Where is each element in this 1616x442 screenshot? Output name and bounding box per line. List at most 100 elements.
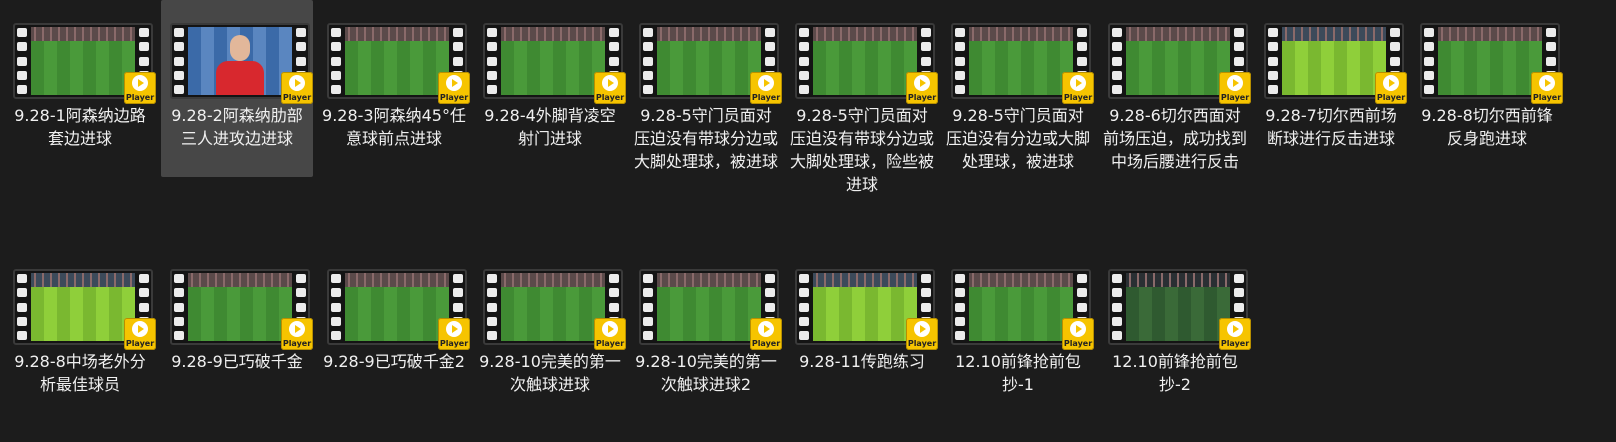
video-frame-preview — [657, 273, 761, 341]
video-file-name: 9.28-5守门员面对压迫没有带球分边或大脚处理球，被进球 — [634, 106, 778, 171]
player-app-icon: Player — [750, 318, 782, 350]
video-thumbnail: Player — [1264, 23, 1407, 104]
player-app-icon: Player — [281, 318, 313, 350]
stands-image — [969, 27, 1073, 41]
play-icon — [446, 75, 462, 91]
video-file-item[interactable]: Player 9.28-8中场老外分析最佳球员 — [4, 246, 156, 418]
player-badge-label: Player — [439, 339, 469, 348]
video-file-item[interactable]: Player 9.28-5守门员面对压迫没有分边或大脚处理球，被进球 — [942, 0, 1094, 172]
video-frame-preview — [345, 27, 449, 95]
video-file-item[interactable]: Player 9.28-4外脚背凌空射门进球 — [474, 0, 626, 172]
film-perforations — [17, 28, 27, 94]
stands-image — [31, 273, 135, 287]
video-frame-preview — [813, 273, 917, 341]
video-file-item[interactable]: Player 9.28-10完美的第一次触球进球 — [474, 246, 626, 418]
video-file-name: 9.28-1阿森纳边路套边进球 — [14, 106, 146, 148]
video-thumbnail: Player — [639, 23, 782, 104]
stands-image — [31, 27, 135, 41]
player-badge-label: Player — [1220, 339, 1250, 348]
video-file-item[interactable]: Player 9.28-5守门员面对压迫没有带球分边或大脚处理球，被进球 — [630, 0, 782, 172]
player-badge-label: Player — [439, 93, 469, 102]
play-icon — [1383, 75, 1399, 91]
player-app-icon: Player — [438, 318, 470, 350]
player-app-icon: Player — [906, 72, 938, 104]
player-head-image — [230, 35, 250, 61]
video-frame-preview — [1282, 27, 1386, 95]
video-thumbnail: Player — [13, 269, 156, 350]
video-file-name: 9.28-7切尔西前场断球进行反击进球 — [1265, 106, 1397, 148]
video-file-item[interactable]: Player 12.10前锋抢前包抄-1 — [942, 246, 1094, 418]
stands-image — [1126, 27, 1230, 41]
player-badge-label: Player — [282, 339, 312, 348]
play-icon — [446, 321, 462, 337]
video-frame-preview — [188, 27, 292, 95]
player-app-icon: Player — [1062, 72, 1094, 104]
video-thumbnail: Player — [483, 269, 626, 350]
video-frame-preview — [1438, 27, 1542, 95]
stands-image — [345, 27, 449, 41]
player-app-icon: Player — [124, 72, 156, 104]
video-file-item[interactable]: Player 9.28-10完美的第一次触球进球2 — [630, 246, 782, 418]
player-app-icon: Player — [281, 72, 313, 104]
stands-image — [501, 27, 605, 41]
video-frame-preview — [813, 27, 917, 95]
player-badge-label: Player — [595, 93, 625, 102]
video-file-name: 9.28-9已巧破千金2 — [323, 352, 465, 371]
video-file-item[interactable]: Player 9.28-2阿森纳肋部三人进攻边进球 — [161, 0, 313, 177]
player-app-icon: Player — [750, 72, 782, 104]
video-thumbnail: Player — [327, 269, 470, 350]
play-icon — [1227, 321, 1243, 337]
video-grid: Player 9.28-1阿森纳边路套边进球 Player 9.28-2阿森纳肋部三人… — [0, 0, 1616, 431]
stands-image — [813, 273, 917, 287]
film-perforations — [487, 274, 497, 340]
player-badge-label: Player — [1376, 93, 1406, 102]
video-thumbnail: Player — [951, 269, 1094, 350]
video-thumbnail: Player — [1420, 23, 1563, 104]
video-file-item[interactable]: Player 9.28-9已巧破千金 — [161, 246, 313, 418]
stands-image — [188, 273, 292, 287]
player-badge-label: Player — [1063, 93, 1093, 102]
video-frame-preview — [1126, 273, 1230, 341]
video-frame-preview — [969, 27, 1073, 95]
player-badge-label: Player — [907, 339, 937, 348]
play-icon — [602, 321, 618, 337]
film-perforations — [643, 274, 653, 340]
video-thumbnail: Player — [639, 269, 782, 350]
play-icon — [914, 321, 930, 337]
play-icon — [132, 321, 148, 337]
player-badge-label: Player — [125, 339, 155, 348]
video-file-item[interactable]: Player 9.28-7切尔西前场断球进行反击进球 — [1255, 0, 1407, 172]
film-perforations — [799, 274, 809, 340]
play-icon — [1227, 75, 1243, 91]
play-icon — [289, 321, 305, 337]
stands-image — [1438, 27, 1542, 41]
player-badge-label: Player — [1063, 339, 1093, 348]
video-file-item[interactable]: Player 9.28-11传跑练习 — [786, 246, 938, 418]
stands-image — [969, 273, 1073, 287]
player-badge-label: Player — [282, 93, 312, 102]
video-file-item[interactable]: Player 9.28-5守门员面对压迫没有带球分边或大脚处理球，险些被进球 — [786, 0, 938, 194]
video-file-item[interactable]: Player 12.10前锋抢前包抄-2 — [1099, 246, 1251, 418]
video-file-name: 12.10前锋抢前包抄-2 — [1112, 352, 1238, 394]
play-icon — [914, 75, 930, 91]
video-file-name: 12.10前锋抢前包抄-1 — [955, 352, 1081, 394]
video-file-item[interactable]: Player 9.28-3阿森纳45°任意球前点进球 — [318, 0, 470, 172]
video-file-name: 9.28-6切尔西面对前场压迫，成功找到中场后腰进行反击 — [1103, 106, 1247, 171]
video-frame-preview — [31, 27, 135, 95]
video-thumbnail: Player — [795, 23, 938, 104]
video-thumbnail: Player — [795, 269, 938, 350]
stands-image — [657, 27, 761, 41]
video-file-item[interactable]: Player 9.28-9已巧破千金2 — [318, 246, 470, 418]
play-icon — [1070, 321, 1086, 337]
video-frame-preview — [501, 273, 605, 341]
video-frame-preview — [1126, 27, 1230, 95]
video-file-name: 9.28-10完美的第一次触球进球2 — [635, 352, 777, 394]
video-file-item[interactable]: Player 9.28-6切尔西面对前场压迫，成功找到中场后腰进行反击 — [1099, 0, 1251, 172]
film-perforations — [487, 28, 497, 94]
film-perforations — [331, 274, 341, 340]
player-app-icon: Player — [1062, 318, 1094, 350]
video-file-item[interactable]: Player 9.28-8切尔西前锋反身跑进球 — [1411, 0, 1563, 172]
video-file-name: 9.28-10完美的第一次触球进球 — [479, 352, 621, 394]
video-file-item[interactable]: Player 9.28-1阿森纳边路套边进球 — [4, 0, 156, 172]
player-badge-label: Player — [751, 339, 781, 348]
